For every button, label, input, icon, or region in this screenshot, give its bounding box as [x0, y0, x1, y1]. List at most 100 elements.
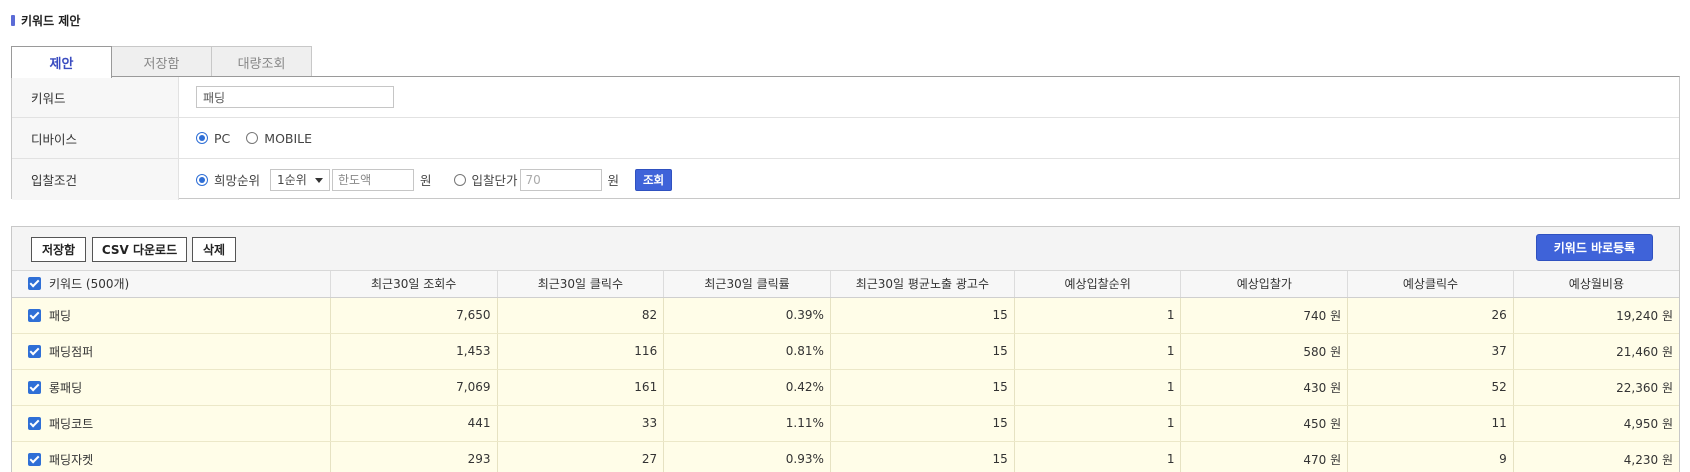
- price-unit: 원: [607, 173, 620, 188]
- header-exp-clicks: 예상클릭수: [1347, 271, 1514, 298]
- device-radio-pc[interactable]: PC: [196, 131, 230, 146]
- delete-button[interactable]: 삭제: [192, 237, 236, 262]
- table-row[interactable]: 패딩 7,650 82 0.39% 15 1 740 원 26 19,240 원: [12, 297, 1679, 334]
- search-form: 키워드 패딩 디바이스 PC MOBILE 입찰조건 희망순위 1순위 한도액 …: [11, 76, 1680, 200]
- result-panel: 저장함 CSV 다운로드 삭제 키워드 바로등록 키워드 (500개) 최근30…: [11, 226, 1680, 472]
- cell-exp-clicks: 9: [1347, 441, 1514, 472]
- table-row[interactable]: 패딩점퍼 1,453 116 0.81% 15 1 580 원 37 21,460 원: [12, 333, 1679, 370]
- device-mobile-label: MOBILE: [264, 130, 313, 146]
- table-row[interactable]: 패딩코트 441 33 1.11% 15 1 450 원 11 4,950 원: [12, 405, 1679, 442]
- table-header-row: 키워드 (500개) 최근30일 조회수 최근30일 클릭수 최근30일 클릭률…: [12, 271, 1679, 298]
- cell-keyword: 롱패딩: [12, 369, 331, 406]
- checkbox-checked-icon[interactable]: [28, 344, 41, 358]
- radio-unchecked-icon: [453, 173, 466, 186]
- keyword-text: 패딩자켓: [49, 452, 94, 467]
- tab-suggest[interactable]: 제안: [11, 46, 112, 78]
- cell-exp-cost: 22,360 원: [1513, 369, 1679, 406]
- header-views: 최근30일 조회수: [330, 271, 498, 298]
- cell-views: 7,069: [330, 369, 498, 406]
- cell-exp-cost: 4,230 원: [1513, 441, 1679, 472]
- rank-select-value: 1순위: [277, 173, 307, 187]
- cell-ctr: 0.81%: [663, 333, 831, 370]
- page-title-text: 키워드 제안: [21, 13, 81, 28]
- caret-down-icon: [315, 177, 324, 183]
- cell-ctr: 1.11%: [663, 405, 831, 442]
- keyword-input[interactable]: 패딩: [196, 86, 394, 108]
- keyword-text: 패딩: [49, 308, 72, 323]
- keyword-table: 키워드 (500개) 최근30일 조회수 최근30일 클릭수 최근30일 클릭률…: [12, 271, 1679, 472]
- tab-bulk-lookup[interactable]: 대량조회: [211, 46, 312, 77]
- header-exp-rank: 예상입찰순위: [1014, 271, 1182, 298]
- keyword-label: 키워드: [12, 77, 179, 117]
- cell-keyword: 패딩코트: [12, 405, 331, 442]
- cell-exp-cost: 19,240 원: [1513, 297, 1679, 334]
- cell-exp-clicks: 11: [1347, 405, 1514, 442]
- header-avg-ads: 최근30일 평균노출 광고수: [830, 271, 1015, 298]
- cell-views: 1,453: [330, 333, 498, 370]
- bid-radio-price[interactable]: 입찰단가: [453, 170, 518, 189]
- cell-clicks: 33: [497, 405, 665, 442]
- limit-amount-input[interactable]: 한도액: [332, 168, 415, 191]
- register-keyword-button[interactable]: 키워드 바로등록: [1536, 234, 1653, 261]
- checkbox-checked-icon[interactable]: [28, 277, 41, 291]
- device-label: 디바이스: [12, 118, 179, 158]
- cell-exp-clicks: 52: [1347, 369, 1514, 406]
- limit-unit: 원: [420, 173, 432, 188]
- table-row[interactable]: 롱패딩 7,069 161 0.42% 15 1 430 원 52 22,360 원: [12, 369, 1679, 406]
- bid-label: 입찰조건: [12, 159, 179, 200]
- checkbox-checked-icon[interactable]: [28, 380, 41, 394]
- cell-clicks: 27: [497, 441, 665, 472]
- cell-avg-ads: 15: [830, 441, 1015, 472]
- checkbox-checked-icon[interactable]: [28, 416, 41, 430]
- radio-checked-icon: [196, 173, 208, 186]
- cell-exp-rank: 1: [1014, 369, 1182, 406]
- bid-radio-rank[interactable]: 희망순위: [196, 170, 260, 189]
- cell-clicks: 161: [497, 369, 665, 406]
- cell-exp-rank: 1: [1014, 405, 1182, 442]
- keyword-text: 패딩점퍼: [49, 344, 94, 359]
- cell-exp-rank: 1: [1014, 441, 1182, 472]
- header-clicks: 최근30일 클릭수: [497, 271, 665, 298]
- save-button[interactable]: 저장함: [31, 237, 86, 262]
- csv-download-button[interactable]: CSV 다운로드: [92, 237, 187, 262]
- cell-exp-bid: 470 원: [1180, 441, 1349, 472]
- keyword-text: 롱패딩: [49, 380, 83, 395]
- cell-views: 7,650: [330, 297, 498, 334]
- cell-views: 441: [330, 405, 498, 442]
- header-keyword[interactable]: 키워드 (500개): [12, 271, 331, 298]
- device-pc-label: PC: [214, 130, 231, 146]
- cell-exp-cost: 4,950 원: [1513, 405, 1679, 442]
- page-title: 키워드 제안: [11, 12, 80, 28]
- search-button[interactable]: 조회: [635, 168, 673, 191]
- cell-views: 293: [330, 441, 498, 472]
- cell-ctr: 0.39%: [663, 297, 831, 334]
- keyword-text: 패딩코트: [49, 416, 94, 431]
- cell-keyword: 패딩자켓: [12, 441, 331, 472]
- device-row: 디바이스 PC MOBILE: [12, 118, 1679, 159]
- cell-clicks: 116: [497, 333, 665, 370]
- cell-avg-ads: 15: [830, 297, 1015, 334]
- cell-keyword: 패딩점퍼: [12, 333, 331, 370]
- cell-exp-bid: 580 원: [1180, 333, 1349, 370]
- cell-avg-ads: 15: [830, 333, 1015, 370]
- tab-saved[interactable]: 저장함: [111, 46, 212, 77]
- table-row[interactable]: 패딩자켓 293 27 0.93% 15 1 470 원 9 4,230 원: [12, 441, 1679, 472]
- tab-bar: 제안 저장함 대량조회: [11, 46, 312, 78]
- cell-avg-ads: 15: [830, 405, 1015, 442]
- radio-checked-icon: [196, 132, 208, 144]
- checkbox-checked-icon[interactable]: [28, 308, 41, 322]
- title-marker-icon: [11, 14, 15, 26]
- bid-price-label: 입찰단가: [471, 173, 518, 188]
- bid-price-input[interactable]: 70: [519, 168, 602, 191]
- cell-exp-rank: 1: [1014, 333, 1182, 370]
- rank-select[interactable]: 1순위: [270, 168, 331, 191]
- cell-exp-clicks: 26: [1347, 297, 1514, 334]
- cell-exp-rank: 1: [1014, 297, 1182, 334]
- cell-exp-clicks: 37: [1347, 333, 1514, 370]
- checkbox-checked-icon[interactable]: [28, 452, 41, 466]
- device-radio-mobile[interactable]: MOBILE: [246, 131, 312, 146]
- header-exp-bid: 예상입찰가: [1180, 271, 1349, 298]
- cell-keyword: 패딩: [12, 297, 331, 334]
- radio-unchecked-icon: [246, 132, 259, 144]
- bid-rank-label: 희망순위: [214, 173, 261, 188]
